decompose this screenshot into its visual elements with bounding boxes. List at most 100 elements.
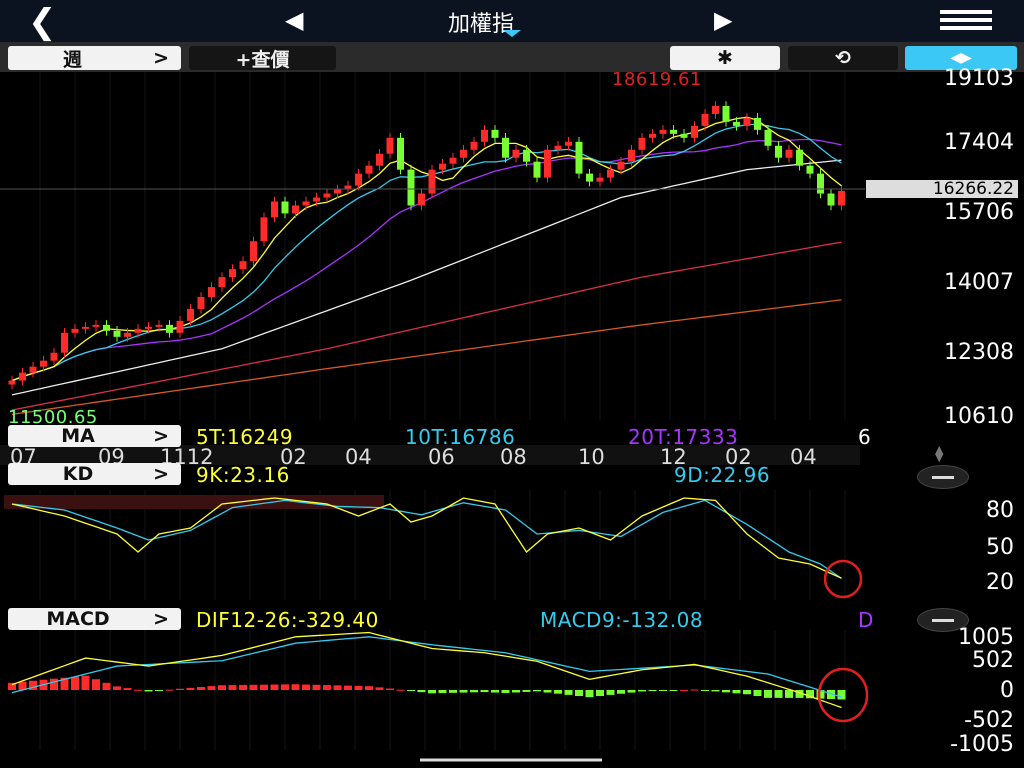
candle-body	[607, 169, 614, 178]
candle-body	[71, 328, 79, 333]
candle-body	[691, 125, 698, 138]
ma-indicator-button[interactable]: MA >	[8, 425, 181, 447]
date-label: 04	[790, 445, 817, 469]
macd-histogram-bar	[270, 684, 279, 690]
candle-body	[218, 277, 226, 288]
candle-body	[386, 137, 394, 154]
kd-overbought-zone	[4, 495, 384, 509]
collapse-kd-button[interactable]	[917, 465, 969, 489]
candle-body	[113, 330, 121, 337]
macd-histogram-bar	[92, 679, 100, 690]
macd-histogram-bar	[690, 689, 699, 691]
macd-histogram-bar	[113, 686, 121, 690]
ma-long-orange-line	[11, 299, 842, 416]
period-high-label: 18619.61	[612, 69, 702, 90]
macd-histogram-bar	[312, 684, 321, 690]
macd-histogram-bar	[144, 690, 153, 692]
candle-body	[659, 129, 667, 134]
macd-histogram-bar	[428, 690, 436, 694]
candle-body	[502, 137, 509, 158]
macd-histogram-bar	[218, 685, 226, 690]
macd-histogram-bar	[669, 690, 678, 691]
candle-body	[292, 205, 299, 214]
candle-body	[827, 193, 835, 206]
macd-histogram-bar	[585, 690, 594, 698]
macd-histogram-bar	[648, 690, 657, 692]
candle-body	[775, 145, 782, 158]
candle-body	[50, 352, 58, 361]
macd-histogram-bar	[71, 676, 79, 690]
candle-body	[92, 324, 100, 327]
candle-body	[733, 121, 740, 126]
candle-body	[134, 328, 142, 333]
candle-body	[250, 241, 257, 262]
candle-body	[439, 163, 446, 170]
candle-body	[124, 332, 131, 337]
macd-histogram-bar	[837, 690, 846, 700]
macd-histogram-bar	[396, 689, 405, 691]
candle-body	[575, 141, 583, 174]
candle-body	[176, 320, 184, 333]
candle-body	[512, 149, 520, 158]
candle-body	[229, 269, 236, 278]
resize-handle-icon[interactable]: ▲ ▼	[935, 444, 943, 463]
macd-histogram-bar	[365, 686, 373, 690]
macd-histogram-bar	[491, 690, 499, 693]
macd-histogram-bar	[480, 690, 489, 693]
candle-body	[145, 326, 152, 329]
macd-histogram-bar	[743, 690, 751, 695]
candle-body	[470, 141, 478, 150]
chart-canvas[interactable]	[0, 0, 1024, 768]
candle-body	[323, 193, 331, 198]
macd-histogram-bar	[375, 687, 384, 690]
macd-y-tick: -1005	[950, 732, 1014, 757]
candle-body	[397, 137, 404, 170]
candle-body	[260, 217, 268, 242]
macd-histogram-bar	[291, 684, 300, 690]
macd-histogram-bar	[323, 685, 331, 690]
macd-histogram-bar	[186, 687, 195, 690]
macd-histogram-bar	[554, 690, 562, 694]
ma-long-white-line	[11, 159, 842, 396]
candle-body	[166, 324, 173, 333]
ma10-value: 10T:16786	[405, 425, 516, 449]
macd-histogram-bar	[722, 690, 730, 693]
highlight-circle-kd	[823, 559, 863, 599]
macd-histogram-bar	[155, 690, 163, 691]
macd-histogram-bar	[617, 690, 625, 694]
macd-histogram-bar	[627, 690, 636, 693]
macd-y-tick: 502	[972, 648, 1014, 673]
candle-body	[764, 129, 772, 146]
macd-histogram-bar	[176, 688, 184, 690]
candle-body	[407, 169, 415, 206]
macd-histogram-bar	[680, 689, 688, 691]
date-label: 08	[500, 445, 527, 469]
macd-histogram-bar	[197, 686, 205, 690]
ma-long-red-line	[11, 241, 842, 411]
candle-body	[19, 372, 26, 381]
candle-body	[586, 173, 593, 182]
macd-histogram-bar	[659, 690, 667, 691]
kd-y-tick: 80	[986, 498, 1014, 523]
macd-indicator-button[interactable]: MACD >	[8, 608, 181, 630]
macd-histogram-bar	[386, 688, 394, 690]
d-value: 9D:22.96	[674, 463, 771, 487]
ma-arrow: >	[153, 425, 169, 447]
macd-histogram-bar	[354, 685, 363, 690]
date-label: 06	[428, 445, 455, 469]
candle-body	[754, 117, 761, 130]
candle-body	[271, 201, 278, 218]
y-tick: 14007	[944, 270, 1014, 295]
macd-label: MACD	[46, 608, 110, 630]
macd-histogram-bar	[302, 684, 310, 690]
candle-body	[376, 153, 383, 166]
candle-body	[365, 165, 373, 174]
candle-body	[281, 201, 289, 214]
y-tick: 10610	[944, 404, 1014, 429]
y-tick: 17404	[944, 130, 1014, 155]
candle-body	[838, 190, 845, 206]
candle-body	[533, 161, 541, 178]
macd-y-tick: 0	[1000, 678, 1014, 703]
kd-indicator-button[interactable]: KD >	[8, 463, 181, 485]
candle-body	[428, 169, 436, 194]
